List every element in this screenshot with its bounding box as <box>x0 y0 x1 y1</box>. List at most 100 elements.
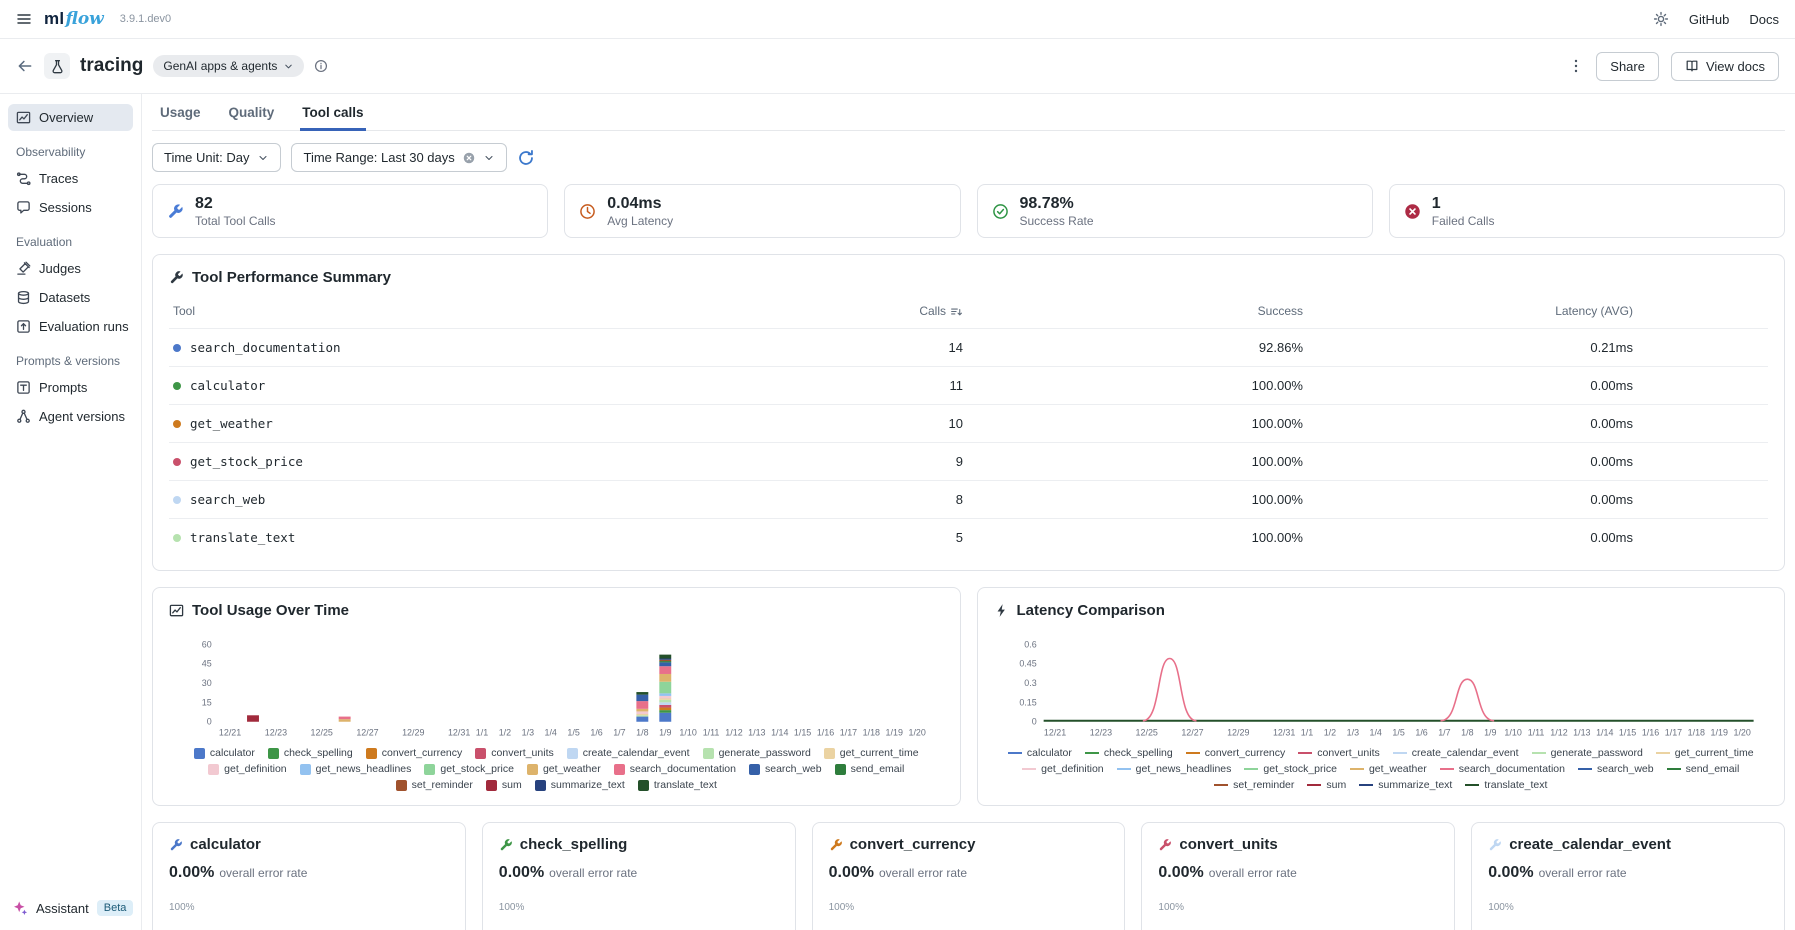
wrench-icon <box>1488 838 1502 852</box>
time-range-select[interactable]: Time Range: Last 30 days <box>291 143 506 172</box>
svg-text:1/3: 1/3 <box>1346 728 1358 738</box>
svg-text:1/7: 1/7 <box>1438 728 1450 738</box>
svg-text:12/31: 12/31 <box>1272 728 1294 738</box>
view-docs-button[interactable]: View docs <box>1671 52 1779 81</box>
tool-performance-card: Tool Performance Summary Tool Calls Succ… <box>152 254 1785 571</box>
mini-chart-axis-tick: 100% <box>499 902 779 913</box>
legend-item-summarize-text: summarize_text <box>1359 779 1452 791</box>
svg-text:1/6: 1/6 <box>590 728 602 738</box>
stat-label: Total Tool Calls <box>195 214 275 228</box>
experiment-beaker-icon <box>44 53 70 79</box>
svg-text:0: 0 <box>1031 717 1036 727</box>
database-icon <box>16 290 31 305</box>
usage-chart-legend: calculatorcheck_spellingconvert_currency… <box>169 747 944 791</box>
time-unit-select[interactable]: Time Unit: Day <box>152 143 281 172</box>
svg-text:1/11: 1/11 <box>703 728 720 738</box>
sidebar-item-judges[interactable]: Judges <box>8 255 133 282</box>
svg-text:12/29: 12/29 <box>1227 728 1249 738</box>
latency-chart: 00.150.30.450.612/2112/2312/2512/2712/29… <box>994 627 1769 745</box>
assistant-button[interactable]: Assistant Beta <box>12 900 133 916</box>
tool-card-create-calendar-event: create_calendar_event0.00%overall error … <box>1471 822 1785 930</box>
wrench-icon <box>169 270 184 285</box>
svg-text:12/21: 12/21 <box>1043 728 1065 738</box>
stat-card-total-tool-calls: 82Total Tool Calls <box>152 184 548 238</box>
mlflow-logo[interactable]: ml flow <box>44 9 104 29</box>
svg-text:1/15: 1/15 <box>1618 728 1635 738</box>
stat-label: Avg Latency <box>607 214 673 228</box>
overflow-menu-icon[interactable] <box>1568 58 1584 74</box>
wrench-icon <box>167 203 184 220</box>
clear-filter-icon[interactable] <box>463 152 475 164</box>
sidebar-item-evaluation-runs[interactable]: Evaluation runs <box>8 313 133 340</box>
tool-cards-row: calculator0.00%overall error rate100%che… <box>152 822 1785 930</box>
topbar: ml flow 3.9.1.dev0 GitHub Docs <box>0 0 1795 39</box>
svg-text:1/6: 1/6 <box>1415 728 1427 738</box>
legend-item-convert-units: convert_units <box>475 747 553 759</box>
tool-card-convert-currency: convert_currency0.00%overall error rate1… <box>812 822 1126 930</box>
menu-icon[interactable] <box>16 11 32 27</box>
table-row: get_weather10100.00%0.00ms <box>169 404 1768 442</box>
legend-item-get-news-headlines: get_news_headlines <box>1117 763 1232 775</box>
tool-color-dot <box>173 420 181 428</box>
legend-item-get-current-time: get_current_time <box>1656 747 1754 759</box>
legend-item-search-documentation: search_documentation <box>614 763 736 775</box>
sidebar-section-prompts-versions: Prompts & versions <box>16 354 125 368</box>
tool-card-check-spelling: check_spelling0.00%overall error rate100… <box>482 822 796 930</box>
svg-text:1/14: 1/14 <box>1596 728 1613 738</box>
sidebar-item-traces[interactable]: Traces <box>8 165 133 192</box>
stat-card-failed-calls: 1Failed Calls <box>1389 184 1785 238</box>
table-title: Tool Performance Summary <box>192 269 391 286</box>
legend-item-create-calendar-event: create_calendar_event <box>567 747 690 759</box>
svg-text:12/23: 12/23 <box>265 728 287 738</box>
latency-chart-title: Latency Comparison <box>1017 602 1165 619</box>
assistant-label: Assistant <box>36 901 89 916</box>
tab-quality[interactable]: Quality <box>227 94 277 131</box>
sidebar-item-prompts[interactable]: Prompts <box>8 374 133 401</box>
docs-link[interactable]: Docs <box>1749 12 1779 27</box>
legend-item-convert-currency: convert_currency <box>366 747 463 759</box>
info-icon[interactable] <box>314 59 328 73</box>
experiment-type-selector[interactable]: GenAI apps & agents <box>153 55 304 77</box>
svg-text:1/18: 1/18 <box>1687 728 1704 738</box>
svg-text:0.6: 0.6 <box>1024 639 1036 649</box>
legend-item-calculator: calculator <box>1008 747 1072 759</box>
svg-text:1/17: 1/17 <box>1664 728 1681 738</box>
book-icon <box>1685 59 1699 73</box>
tab-bar: Usage Quality Tool calls <box>152 94 1785 131</box>
column-header-tool: Tool <box>173 304 823 318</box>
chevron-down-icon <box>257 152 269 164</box>
logo-flow: flow <box>65 9 103 29</box>
svg-text:12/27: 12/27 <box>356 728 378 738</box>
gear-icon[interactable] <box>1653 11 1669 27</box>
sidebar-item-agent-versions[interactable]: Agent versions <box>8 403 133 430</box>
svg-text:1/5: 1/5 <box>1392 728 1404 738</box>
table-row: get_stock_price9100.00%0.00ms <box>169 442 1768 480</box>
svg-text:1/4: 1/4 <box>1369 728 1381 738</box>
sidebar-item-datasets[interactable]: Datasets <box>8 284 133 311</box>
sidebar-item-sessions[interactable]: Sessions <box>8 194 133 221</box>
legend-item-search-web: search_web <box>1578 763 1654 775</box>
column-header-calls[interactable]: Calls <box>823 304 963 318</box>
legend-item-convert-units: convert_units <box>1298 747 1379 759</box>
evaluation-runs-icon <box>16 319 31 334</box>
svg-text:12/25: 12/25 <box>1135 728 1157 738</box>
stat-value: 1 <box>1432 194 1495 213</box>
sidebar-item-overview[interactable]: Overview <box>8 104 133 131</box>
share-button[interactable]: Share <box>1596 52 1659 81</box>
usage-chart-title: Tool Usage Over Time <box>192 602 349 619</box>
chart-line-icon <box>16 110 31 125</box>
tab-usage[interactable]: Usage <box>158 94 203 131</box>
legend-item-get-definition: get_definition <box>1022 763 1103 775</box>
sidebar-section-evaluation: Evaluation <box>16 235 125 249</box>
latency-chart-card: Latency Comparison 00.150.30.450.612/211… <box>977 587 1786 806</box>
refresh-icon[interactable] <box>517 149 535 167</box>
back-arrow-icon[interactable] <box>16 57 34 75</box>
tab-tool-calls[interactable]: Tool calls <box>300 94 365 131</box>
svg-text:1/4: 1/4 <box>544 728 556 738</box>
github-link[interactable]: GitHub <box>1689 12 1729 27</box>
svg-text:45: 45 <box>202 659 212 669</box>
stat-value: 98.78% <box>1020 194 1094 213</box>
legend-item-check-spelling: check_spelling <box>1085 747 1173 759</box>
legend-item-check-spelling: check_spelling <box>268 747 353 759</box>
legend-item-get-weather: get_weather <box>1350 763 1427 775</box>
